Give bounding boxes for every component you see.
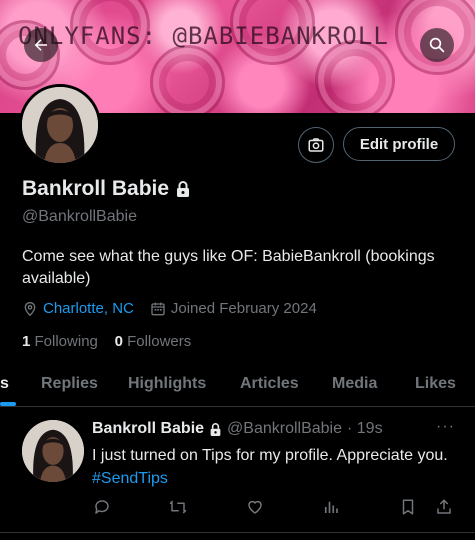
avatar-image [22,420,84,482]
tweet-divider [0,532,475,533]
search-icon [429,37,445,53]
following-label: Following [34,333,98,350]
reply-icon [95,500,109,514]
tweet-text: I just turned on Tips for my profile. Ap… [92,444,462,490]
calendar-icon [151,302,165,315]
retweet-icon [169,500,187,514]
tab-media[interactable]: Media [332,375,377,393]
tweet-author-handle[interactable]: @BankrollBabie [227,420,342,438]
camera-icon [308,138,324,152]
tab-replies[interactable]: Replies [41,375,98,393]
location-link[interactable]: Charlotte, NC [43,300,134,317]
tab-articles[interactable]: Articles [240,375,299,393]
profile-name: Bankroll Babie [22,177,191,201]
back-button[interactable] [24,28,58,62]
tweet-author-name[interactable]: Bankroll Babie [92,420,204,438]
search-button[interactable] [420,28,454,62]
display-name: Bankroll Babie [22,177,170,200]
banner-rose [150,45,225,113]
tweet-header: Bankroll Babie @BankrollBabie · 19s [92,420,383,438]
lock-icon [177,181,190,197]
retweet-button[interactable] [168,497,188,517]
location-pin-icon [24,301,36,316]
tab-highlights[interactable]: Highlights [128,375,206,393]
tweet-body: I just turned on Tips for my profile. Ap… [92,447,448,464]
arrow-left-icon [34,39,47,51]
tab-posts[interactable]: s [0,375,9,393]
followers-count: 0 [114,333,123,350]
analytics-icon [324,501,338,513]
hashtag-link[interactable]: #SendTips [92,470,168,487]
more-options-button[interactable]: ··· [436,418,455,436]
subscriptions-button[interactable] [298,127,334,163]
bookmark-icon [402,499,414,515]
follow-stats: 1 Following 0 Followers [22,333,191,350]
tabs-divider [0,406,475,407]
heart-icon [248,500,262,514]
lock-icon [210,422,221,436]
banner-rose [315,40,395,113]
like-button[interactable] [245,497,265,517]
following-count: 1 [22,333,31,350]
share-icon [437,499,451,514]
profile-handle: @BankrollBabie [22,208,137,225]
following-link[interactable]: 1 Following [22,333,98,350]
joined-date: Joined February 2024 [170,300,317,317]
views-button[interactable] [321,497,341,517]
tab-likes[interactable]: Likes [415,375,456,393]
profile-tabs: s Replies Highlights Articles Media Like… [0,364,475,406]
profile-bio: Come see what the guys like OF: BabieBan… [22,248,435,287]
banner-text: ONLYFANS: @BABIEBANKROLL [18,22,389,50]
tweet-actions [92,497,457,519]
bookmark-button[interactable] [398,497,418,517]
followers-label: Followers [127,333,192,350]
avatar-image [22,87,98,163]
share-button[interactable] [434,497,454,517]
reply-button[interactable] [92,497,112,517]
tweet-avatar[interactable] [22,420,84,482]
profile-meta: Charlotte, NC Joined February 2024 [22,300,317,317]
tweet-time[interactable]: · 19s [347,420,383,438]
edit-profile-button[interactable]: Edit profile [343,127,455,161]
profile-avatar[interactable] [19,84,101,166]
followers-link[interactable]: 0 Followers [115,333,192,350]
